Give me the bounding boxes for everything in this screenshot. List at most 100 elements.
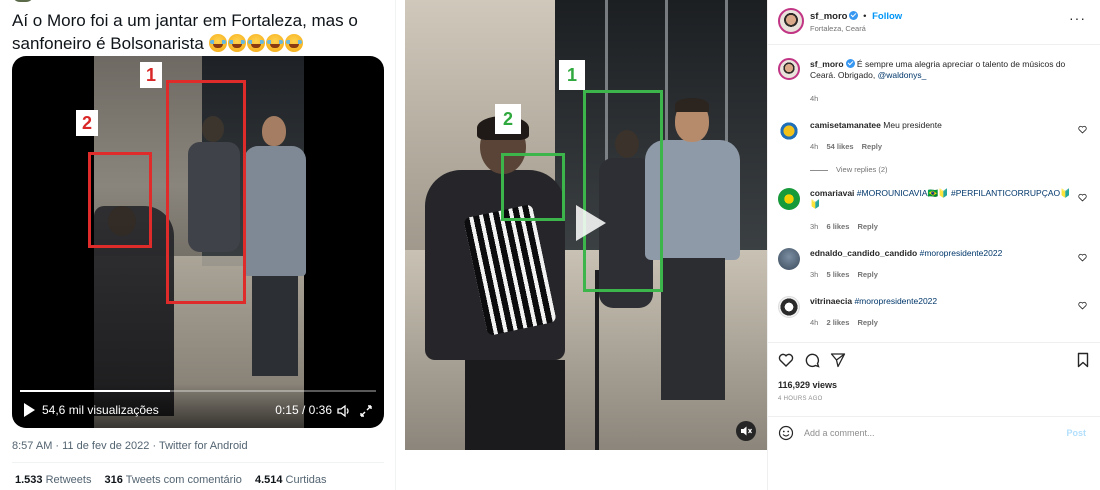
caption-time-value: 4h [810, 94, 819, 103]
mute-icon[interactable] [736, 421, 756, 441]
reply-button[interactable]: Reply [857, 222, 877, 231]
reply-button[interactable]: Reply [862, 142, 882, 151]
more-icon[interactable]: ··· [1069, 10, 1086, 26]
heart-icon[interactable] [1078, 253, 1087, 262]
comment-username[interactable]: camisetamanatee [810, 120, 881, 130]
comment-username[interactable]: comariavai [810, 188, 854, 198]
likes-count: 4.514 [254, 474, 283, 486]
view-replies-line [810, 169, 828, 171]
tweet-avatar-partial[interactable] [12, 0, 34, 2]
comment-hashtags[interactable]: #moropresidente2022 [854, 296, 937, 306]
likes-stat[interactable]: 4.514 Curtidas [255, 474, 327, 486]
comment-likes[interactable]: 5 likes [826, 270, 849, 279]
post-views[interactable]: 116,929 views [778, 380, 837, 390]
comment-time: 3h [810, 270, 819, 279]
avatar[interactable] [778, 120, 800, 142]
laughing-emoji-icon [265, 34, 284, 52]
avatar[interactable] [778, 248, 800, 270]
comment-text: vitrinaecia #moropresidente2022 [810, 296, 1075, 307]
comment-hashtags[interactable]: #moropresidente2022 [920, 248, 1003, 258]
heart-icon[interactable] [1078, 301, 1087, 310]
heart-icon[interactable] [1078, 125, 1087, 134]
instagram-video[interactable]: 1 2 [405, 0, 767, 450]
laughing-emoji-icon [246, 34, 265, 52]
header-divider [768, 44, 1100, 45]
caption-username[interactable]: sf_moro [810, 59, 844, 69]
annotation-box-2 [501, 153, 565, 221]
avatar[interactable] [778, 8, 804, 34]
laughing-emoji-icon [227, 34, 246, 52]
caption-time: 4h [810, 94, 824, 103]
comment-time: 4h [810, 142, 819, 151]
caption-mention[interactable]: @waldonys_ [878, 70, 927, 80]
fullscreen-icon[interactable] [358, 403, 374, 419]
tweet-text-content: Aí o Moro foi a um jantar em Fortaleza, … [12, 11, 358, 53]
reply-button[interactable]: Reply [857, 270, 877, 279]
verified-icon [849, 11, 859, 20]
laughing-emoji-icon [208, 34, 227, 52]
avatar[interactable] [778, 58, 800, 80]
quote-tweets-stat[interactable]: 316 Tweets com comentário [105, 474, 242, 486]
comment-meta: 3h 5 likes Reply [810, 270, 884, 279]
share-icon[interactable] [830, 352, 846, 368]
volume-icon[interactable] [336, 403, 352, 419]
comment-text: comariavai #MOROUNICAVIA🇧🇷🔰 #PERFILANTIC… [810, 188, 1075, 210]
follow-button[interactable]: Follow [872, 11, 902, 22]
comment-icon[interactable] [804, 352, 820, 368]
laughing-emoji-icon [284, 34, 303, 52]
comment-likes[interactable]: 2 likes [826, 318, 849, 327]
comment-time: 3h [810, 222, 819, 231]
annotation-label-2: 2 [76, 110, 98, 136]
comment-likes[interactable]: 54 likes [826, 142, 853, 151]
retweets-label: Retweets [45, 474, 92, 486]
video-progress-bar[interactable] [20, 390, 376, 392]
heart-icon[interactable] [1078, 193, 1087, 202]
video-progress-fill [20, 390, 170, 392]
avatar[interactable] [778, 188, 800, 210]
retweets-stat[interactable]: 1.533 Retweets [15, 474, 91, 486]
comment-text: camisetamanatee Meu presidente [810, 120, 1075, 131]
post-actions [778, 352, 1091, 370]
quote-tweets-label: Tweets com comentário [125, 474, 242, 486]
comment-meta: 4h 54 likes Reply [810, 142, 888, 151]
header-separator: • [863, 11, 867, 22]
video-person-moro [244, 116, 306, 376]
comment-box-divider [768, 416, 1100, 417]
emoji-icon[interactable] [778, 425, 794, 441]
instagram-post-panel: sf_moro • Follow Fortaleza, Ceará ··· sf… [767, 0, 1100, 490]
quote-tweets-count: 316 [104, 474, 123, 486]
play-icon[interactable] [576, 205, 606, 241]
comment-username[interactable]: ednaldo_candido_candido [810, 248, 917, 258]
post-author-username[interactable]: sf_moro [810, 11, 847, 22]
avatar[interactable] [778, 296, 800, 318]
post-comment-button[interactable]: Post [1066, 428, 1086, 438]
actions-divider [768, 342, 1100, 343]
tweet-meta[interactable]: 8:57 AM · 11 de fev de 2022 · Twitter fo… [12, 440, 248, 452]
video-views: 54,6 mil visualizações [42, 403, 159, 417]
tweet-text: Aí o Moro foi a um jantar em Fortaleza, … [12, 10, 384, 54]
annotation-box-2 [88, 152, 152, 248]
comment-username[interactable]: vitrinaecia [810, 296, 852, 306]
reply-button[interactable]: Reply [857, 318, 877, 327]
caption-text: sf_moro É sempre uma alegria apreciar o … [810, 58, 1075, 81]
annotation-label-2: 2 [495, 104, 521, 134]
post-timestamp: 4 HOURS AGO [778, 396, 823, 402]
tweet-panel: Aí o Moro foi a um jantar em Fortaleza, … [0, 0, 396, 490]
tweet-divider [12, 462, 384, 463]
comment-time: 4h [810, 318, 819, 327]
heart-icon[interactable] [778, 352, 794, 368]
comment-input[interactable] [804, 428, 1034, 438]
tweet-emojis [208, 31, 304, 54]
tweet-video[interactable]: 1 2 54,6 mil visualizações 0:15 / 0:36 [12, 56, 384, 428]
bookmark-icon[interactable] [1075, 352, 1091, 368]
view-replies-label: View replies (2) [836, 165, 888, 174]
annotation-label-1: 1 [140, 62, 162, 88]
comment-body: Meu presidente [883, 120, 942, 130]
post-location[interactable]: Fortaleza, Ceará [810, 24, 866, 33]
view-replies-button[interactable]: View replies (2) [810, 165, 888, 174]
annotation-box-1 [166, 80, 246, 304]
comment-likes[interactable]: 6 likes [826, 222, 849, 231]
comment-meta: 3h 6 likes Reply [810, 222, 884, 231]
annotation-label-1: 1 [559, 60, 585, 90]
play-icon[interactable] [24, 403, 35, 417]
